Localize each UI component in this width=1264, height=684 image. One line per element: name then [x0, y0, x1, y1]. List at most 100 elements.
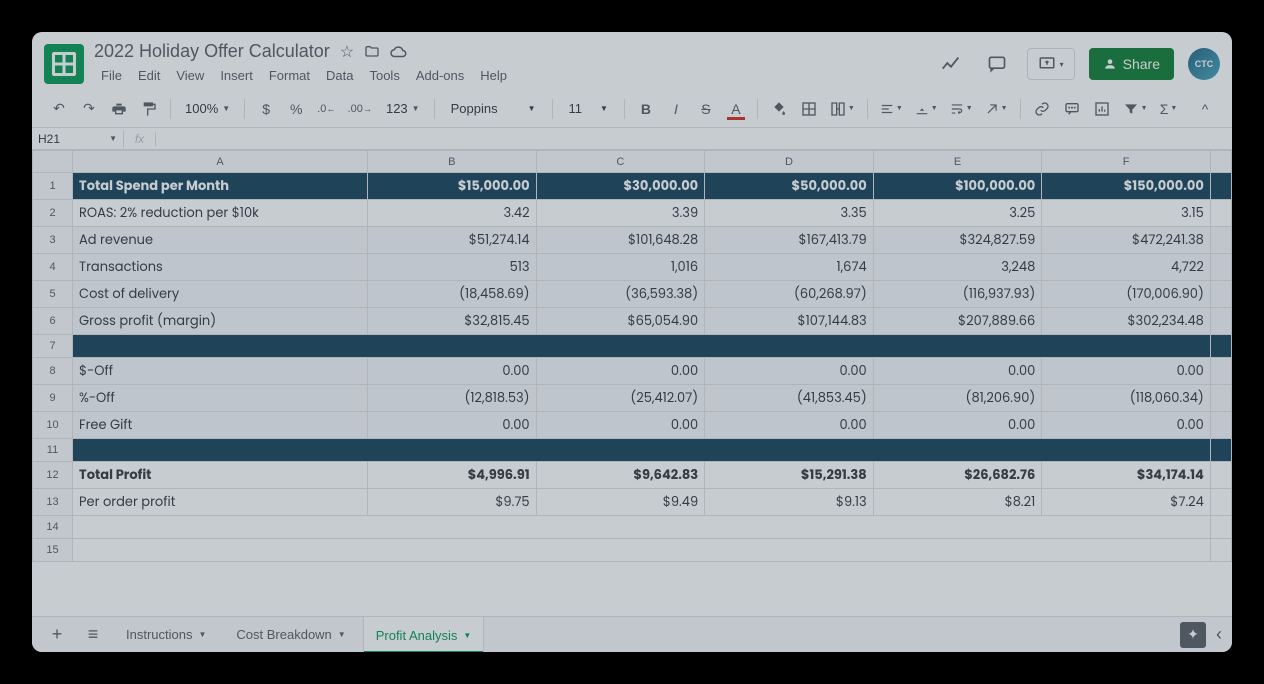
row-header[interactable]: 3 — [33, 227, 73, 254]
cell[interactable]: $51,274.14 — [368, 227, 537, 254]
cell[interactable]: %-Off — [73, 385, 368, 412]
menu-file[interactable]: File — [94, 64, 129, 87]
decimal-dec-icon[interactable]: .0← — [313, 96, 339, 122]
cell[interactable]: 0.00 — [1042, 412, 1211, 439]
cell[interactable]: 3.25 — [873, 200, 1042, 227]
cell[interactable]: $-Off — [73, 358, 368, 385]
cell[interactable]: $15,291.38 — [705, 462, 874, 489]
cell[interactable]: Gross profit (margin) — [73, 308, 368, 335]
row-header[interactable]: 7 — [33, 335, 73, 358]
cell[interactable]: (116,937.93) — [873, 281, 1042, 308]
currency-icon[interactable]: $ — [253, 96, 279, 122]
cell[interactable]: Total Spend per Month — [73, 173, 368, 200]
comment-history-icon[interactable] — [981, 48, 1013, 80]
side-panel-toggle-icon[interactable]: ‹ — [1216, 624, 1222, 645]
cell[interactable]: Ad revenue — [73, 227, 368, 254]
menu-help[interactable]: Help — [473, 64, 514, 87]
col-header-B[interactable]: B — [368, 151, 537, 173]
cell[interactable]: $32,815.45 — [368, 308, 537, 335]
cell[interactable]: 0.00 — [1042, 358, 1211, 385]
font-select[interactable]: Poppins▼ — [443, 99, 544, 118]
document-title[interactable]: 2022 Holiday Offer Calculator — [94, 41, 330, 62]
menu-edit[interactable]: Edit — [131, 64, 167, 87]
cell[interactable]: (25,412.07) — [536, 385, 705, 412]
sheet-tab-instructions[interactable]: Instructions▼ — [114, 617, 218, 653]
more-formats[interactable]: 123▼ — [380, 99, 426, 118]
cell[interactable]: $34,174.14 — [1042, 462, 1211, 489]
cell[interactable]: $9.49 — [536, 489, 705, 516]
row-header[interactable]: 10 — [33, 412, 73, 439]
print-icon[interactable] — [106, 96, 132, 122]
v-align-icon[interactable]: ▼ — [911, 96, 942, 122]
row-header[interactable]: 5 — [33, 281, 73, 308]
add-sheet-icon[interactable]: + — [42, 624, 72, 645]
star-icon[interactable]: ☆ — [340, 42, 354, 62]
cell[interactable]: $167,413.79 — [705, 227, 874, 254]
all-sheets-icon[interactable]: ≡ — [78, 624, 108, 645]
row-header[interactable]: 8 — [33, 358, 73, 385]
chart-icon[interactable] — [1089, 96, 1115, 122]
grid[interactable]: A B C D E F 1 Total Spend per Month $15,… — [32, 150, 1232, 570]
zoom-select[interactable]: 100%▼ — [179, 99, 236, 118]
cell[interactable]: Free Gift — [73, 412, 368, 439]
account-avatar[interactable]: CTC — [1188, 48, 1220, 80]
cell[interactable]: (12,818.53) — [368, 385, 537, 412]
cell[interactable]: 513 — [368, 254, 537, 281]
strike-icon[interactable]: S — [693, 96, 719, 122]
col-header-D[interactable]: D — [705, 151, 874, 173]
borders-icon[interactable] — [796, 96, 822, 122]
row-header[interactable]: 6 — [33, 308, 73, 335]
cell[interactable]: $302,234.48 — [1042, 308, 1211, 335]
name-box[interactable]: H21▼ — [32, 130, 124, 148]
col-header-F[interactable]: F — [1042, 151, 1211, 173]
present-button[interactable]: ▾ — [1027, 48, 1075, 80]
cell[interactable]: Per order profit — [73, 489, 368, 516]
fill-color-icon[interactable] — [766, 96, 792, 122]
cell[interactable]: 3.35 — [705, 200, 874, 227]
cell[interactable]: 0.00 — [368, 412, 537, 439]
cell[interactable]: 0.00 — [705, 412, 874, 439]
font-size-select[interactable]: 11▼ — [561, 99, 616, 118]
cell[interactable]: $9,642.83 — [536, 462, 705, 489]
sheet-tab-cost-breakdown[interactable]: Cost Breakdown▼ — [224, 617, 357, 653]
cell[interactable]: 3.42 — [368, 200, 537, 227]
cell[interactable]: 1,016 — [536, 254, 705, 281]
cell[interactable]: $7.24 — [1042, 489, 1211, 516]
row-header[interactable]: 2 — [33, 200, 73, 227]
col-header-E[interactable]: E — [873, 151, 1042, 173]
collapse-toolbar-icon[interactable]: ^ — [1192, 96, 1218, 122]
cell[interactable]: (118,060.34) — [1042, 385, 1211, 412]
cell[interactable]: $472,241.38 — [1042, 227, 1211, 254]
wrap-icon[interactable]: ▼ — [946, 96, 977, 122]
decimal-inc-icon[interactable]: .00→ — [344, 96, 376, 122]
cell[interactable]: $107,144.83 — [705, 308, 874, 335]
functions-icon[interactable]: Σ▼ — [1156, 96, 1182, 122]
row-header[interactable]: 15 — [33, 539, 73, 562]
percent-icon[interactable]: % — [283, 96, 309, 122]
menu-insert[interactable]: Insert — [213, 64, 260, 87]
cell[interactable]: 0.00 — [873, 412, 1042, 439]
menu-addons[interactable]: Add-ons — [409, 64, 471, 87]
menu-tools[interactable]: Tools — [362, 64, 406, 87]
cell[interactable]: $101,648.28 — [536, 227, 705, 254]
merge-icon[interactable]: ▼ — [826, 96, 859, 122]
share-button[interactable]: Share — [1089, 48, 1174, 80]
undo-icon[interactable]: ↶ — [46, 96, 72, 122]
sheets-logo[interactable] — [44, 44, 84, 84]
activity-icon[interactable] — [935, 48, 967, 80]
cell[interactable]: $150,000.00 — [1042, 173, 1211, 200]
rotate-icon[interactable]: ▼ — [981, 96, 1012, 122]
cell[interactable]: Total Profit — [73, 462, 368, 489]
menu-format[interactable]: Format — [262, 64, 317, 87]
cell[interactable]: 4,722 — [1042, 254, 1211, 281]
text-color-icon[interactable]: A — [723, 96, 749, 122]
cell[interactable]: $26,682.76 — [873, 462, 1042, 489]
row-header[interactable]: 1 — [33, 173, 73, 200]
cell[interactable]: $9.13 — [705, 489, 874, 516]
cell[interactable]: $65,054.90 — [536, 308, 705, 335]
filter-icon[interactable]: ▼ — [1119, 96, 1152, 122]
cell[interactable]: 0.00 — [368, 358, 537, 385]
cell[interactable]: (41,853.45) — [705, 385, 874, 412]
col-header-C[interactable]: C — [536, 151, 705, 173]
cell[interactable]: (81,206.90) — [873, 385, 1042, 412]
